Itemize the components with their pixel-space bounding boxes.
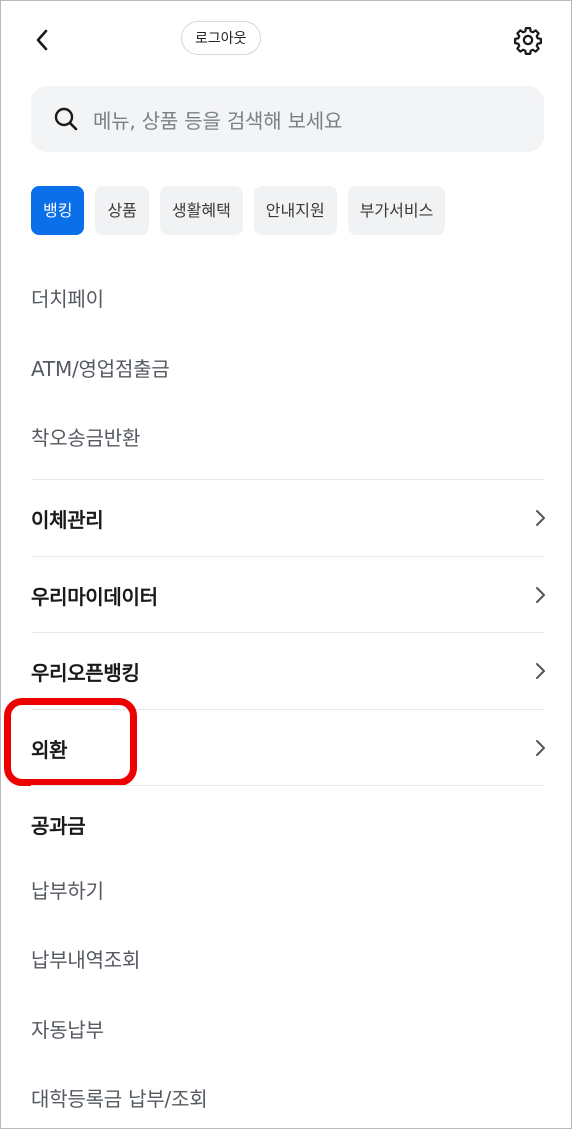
search-placeholder: 메뉴, 상품 등을 검색해 보세요 (93, 108, 343, 133)
section-label: 우리마이데이터 (31, 584, 158, 609)
section-label: 우리오픈뱅킹 (31, 660, 140, 685)
menu-item-tuition-payment[interactable]: 대학등록금 납부/조회 (31, 1083, 208, 1112)
section-label: 이체관리 (31, 507, 104, 532)
search-input[interactable]: 메뉴, 상품 등을 검색해 보세요 (31, 86, 544, 152)
menu-item-atm-withdrawal[interactable]: ATM/영업점출금 (31, 353, 170, 382)
tab-guide-support[interactable]: 안내지원 (253, 186, 337, 235)
menu-section-foreign-exchange[interactable]: 외환 (31, 710, 548, 786)
search-icon (53, 106, 79, 132)
section-label: 외환 (31, 737, 68, 762)
menu-item-payment-history[interactable]: 납부내역조회 (31, 944, 140, 973)
menu-section-transfer-management[interactable]: 이체관리 (31, 480, 548, 556)
all-menu-screen: 로그아웃 메뉴, 상품 등을 검색해 보세요 뱅킹 상품 생활혜택 안내지원 부… (0, 0, 572, 1129)
gear-icon (513, 25, 543, 55)
tab-products[interactable]: 상품 (95, 186, 149, 235)
menu-item-pay-bills[interactable]: 납부하기 (31, 875, 104, 904)
settings-button[interactable] (509, 21, 547, 59)
menu-item-mistaken-transfer-return[interactable]: 착오송금반환 (31, 422, 140, 451)
tab-extra-services[interactable]: 부가서비스 (347, 186, 446, 235)
divider (31, 785, 544, 786)
category-tabs: 뱅킹 상품 생활혜택 안내지원 부가서비스 (31, 186, 446, 235)
tab-banking[interactable]: 뱅킹 (31, 186, 85, 235)
back-button[interactable] (25, 23, 59, 57)
section-title-utility-bills: 공과금 (31, 814, 86, 838)
menu-item-auto-payment[interactable]: 자동납부 (31, 1014, 104, 1043)
chevron-right-icon (532, 585, 548, 605)
menu-item-dutch-pay[interactable]: 더치페이 (31, 283, 104, 312)
top-bar: 로그아웃 (1, 1, 571, 81)
chevron-right-icon (532, 738, 548, 758)
menu-section-woori-open-banking[interactable]: 우리오픈뱅킹 (31, 633, 548, 709)
chevron-left-icon (34, 28, 50, 52)
logout-button[interactable]: 로그아웃 (181, 21, 261, 55)
tab-life-benefits[interactable]: 생활혜택 (159, 186, 243, 235)
chevron-right-icon (532, 661, 548, 681)
chevron-right-icon (532, 508, 548, 528)
menu-section-woori-mydata[interactable]: 우리마이데이터 (31, 557, 548, 633)
